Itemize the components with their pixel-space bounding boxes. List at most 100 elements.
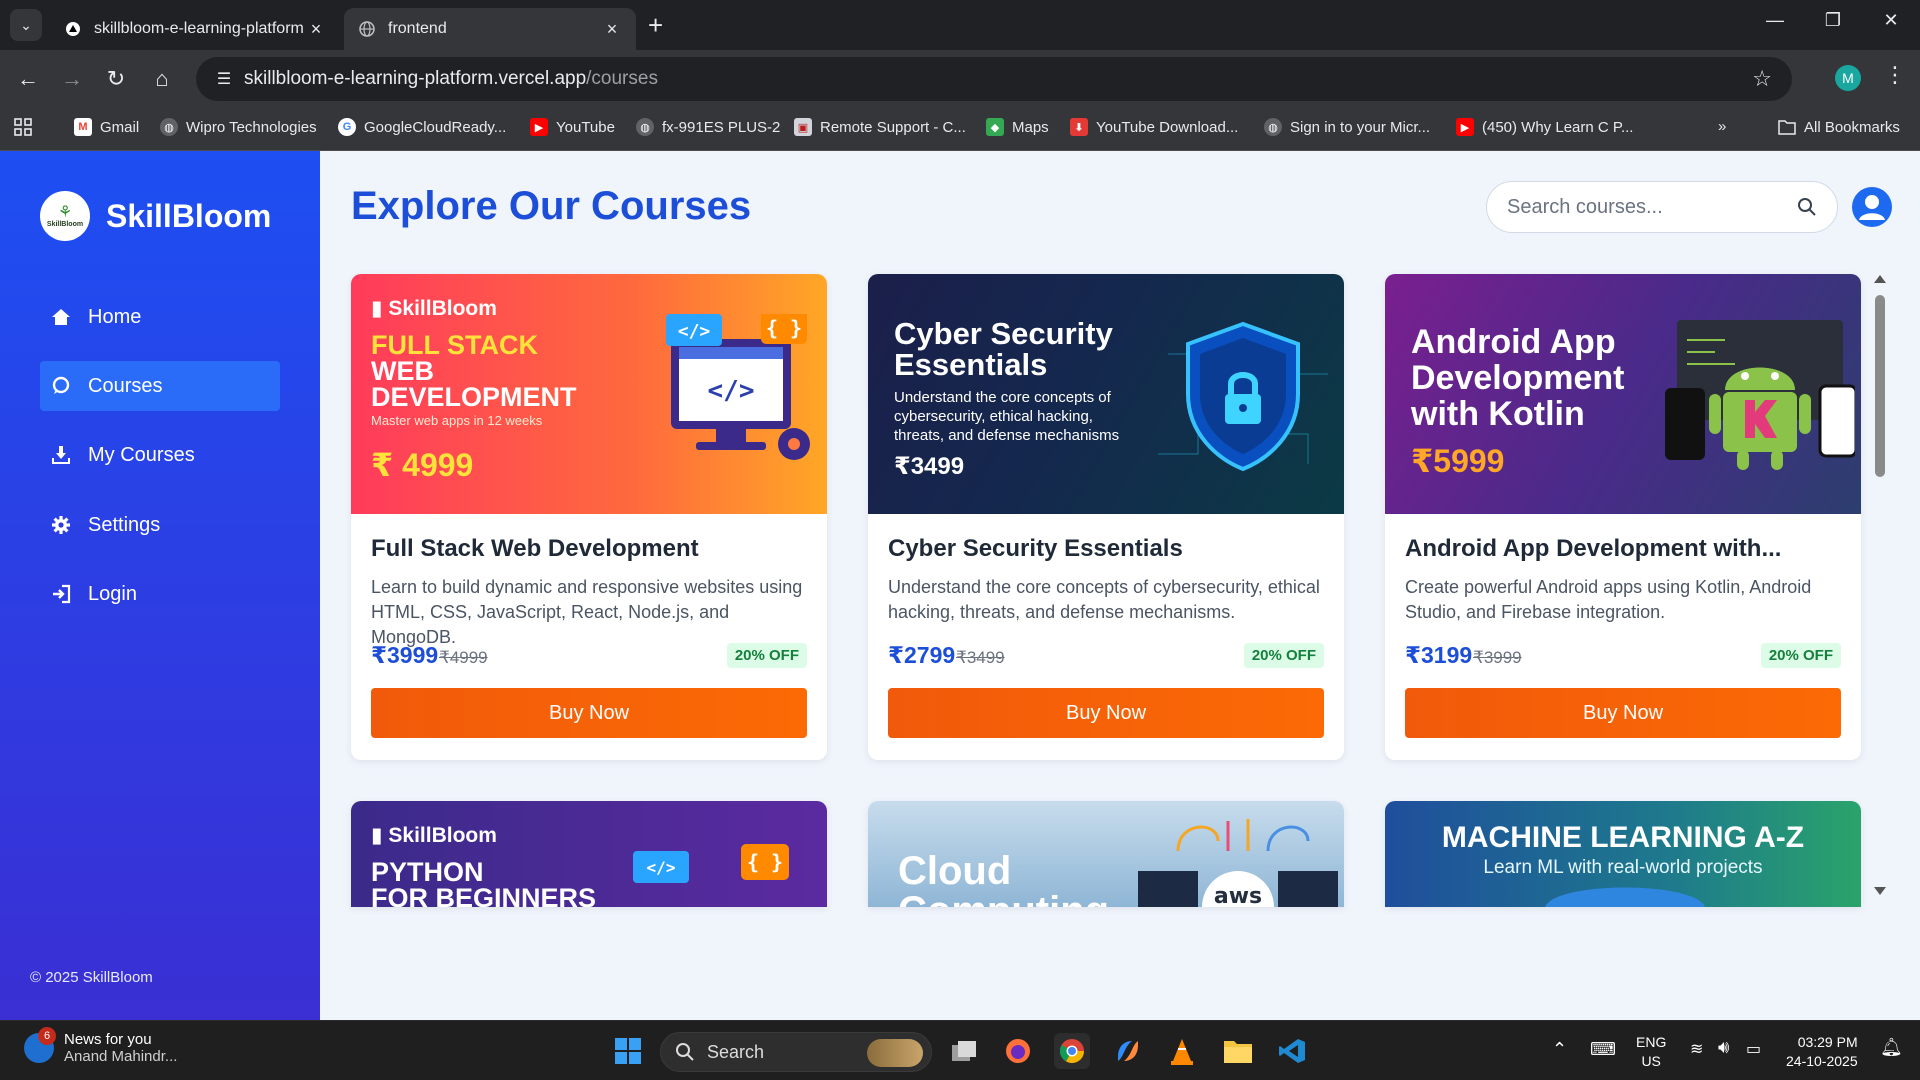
bookmark-youtube-download[interactable]: ⬇ YouTube Download... [1070,118,1238,136]
buy-now-button[interactable]: Buy Now [888,688,1324,738]
window-close-icon[interactable]: ✕ [1876,10,1906,31]
tab-close-icon[interactable]: × [306,19,326,40]
wifi-icon[interactable]: ≋ [1690,1039,1703,1059]
bookmark-maps[interactable]: ◆ Maps [986,118,1049,136]
scrollbar[interactable] [1870,275,1890,895]
vlc-icon[interactable] [1164,1033,1200,1069]
course-card[interactable]: ▮ SkillBloom FULL STACK WEB DEVELOPMENT … [351,274,827,760]
windows-start-icon[interactable] [610,1033,646,1069]
restore-icon[interactable]: ❐ [1818,10,1848,31]
battery-icon[interactable]: ▭ [1746,1039,1761,1059]
aws-label: aws [1214,884,1262,907]
bookmarks-overflow-chevron-icon[interactable]: » [1718,118,1726,135]
course-card[interactable]: MACHINE LEARNING A-Z Learn ML with real-… [1385,801,1861,907]
gmail-icon: M [74,118,92,136]
minimize-icon[interactable]: — [1760,10,1790,31]
menu-kebab-icon[interactable]: ⋮ [1884,62,1906,88]
thumb-heading: PYTHON FOR BEGINNERS [371,857,597,908]
course-card[interactable]: ▮ SkillBloom PYTHON FOR BEGINNERS </> { … [351,801,827,907]
brand-name: SkillBloom [106,197,272,234]
brand[interactable]: ⚘ SkillBloom SkillBloom [40,191,271,241]
bookmark-youtube[interactable]: ▶ YouTube [530,118,615,136]
copilot-icon[interactable] [1110,1033,1146,1069]
profile-avatar[interactable]: M [1835,65,1861,91]
sidebar: ⚘ SkillBloom SkillBloom Home Courses My … [0,151,320,1020]
taskbar-search[interactable]: Search [660,1032,932,1072]
globe-icon [358,20,376,38]
vercel-triangle-icon [64,20,82,38]
task-view-icon[interactable] [946,1033,982,1069]
code-tag-icon: </> [633,851,689,883]
bookmark-gmail[interactable]: M Gmail [74,118,139,136]
firefox-icon[interactable] [1000,1033,1036,1069]
taskbar-search-label: Search [707,1041,765,1062]
search-icon[interactable] [1797,197,1817,217]
apps-grid-icon[interactable] [14,118,32,136]
bookmark-wipro[interactable]: ◍ Wipro Technologies [160,118,317,136]
sidebar-item-login[interactable]: Login [40,569,280,619]
thumb-heading: MACHINE LEARNING A-Z [1441,821,1805,854]
monitor-code-icon: </> </> { } [666,314,810,460]
news-title: News for you [64,1031,152,1048]
tray-chevron-icon[interactable]: ⌃ [1552,1039,1567,1060]
scroll-down-arrow-icon[interactable] [1874,887,1886,895]
scrollbar-thumb[interactable] [1875,295,1885,477]
vscode-icon[interactable] [1274,1033,1310,1069]
download-icon: ⬇ [1070,118,1088,136]
chrome-icon[interactable] [1054,1033,1090,1069]
sidebar-item-label: My Courses [88,443,195,466]
course-card[interactable]: Android App Development with Kotlin ₹599… [1385,274,1861,760]
sidebar-item-my-courses[interactable]: My Courses [40,430,280,480]
bookmark-fx991[interactable]: ◍ fx-991ES PLUS-2 [636,118,780,136]
buy-now-button[interactable]: Buy Now [371,688,807,738]
course-card[interactable]: Cloud Computing aws [868,801,1344,907]
new-tab-plus-icon[interactable]: + [648,12,663,38]
language-indicator[interactable]: ENG US [1636,1033,1666,1071]
notification-bell-icon[interactable]: 🔔︎ [1880,1037,1903,1058]
back-arrow-icon[interactable]: ← [12,63,44,95]
sidebar-item-settings[interactable]: Settings [40,500,280,550]
youtube-icon: ▶ [530,118,548,136]
browser-tab-strip: ⌄ skillbloom-e-learning-platform × front… [0,0,1920,50]
login-icon [50,583,72,605]
course-thumbnail: ▮ SkillBloom FULL STACK WEB DEVELOPMENT … [351,274,827,514]
bookmark-remote-support[interactable]: ▣ Remote Support - C... [794,118,966,136]
file-explorer-icon[interactable] [1220,1033,1256,1069]
buy-now-button[interactable]: Buy Now [1405,688,1841,738]
keyboard-icon[interactable]: ⌨ [1590,1039,1616,1060]
home-icon[interactable]: ⌂ [146,63,178,95]
course-title[interactable]: Cyber Security Essentials [888,535,1183,563]
thumb-brand: ▮ SkillBloom [371,824,497,847]
browser-tab-skillbloom[interactable]: skillbloom-e-learning-platform × [50,8,340,50]
sidebar-item-home[interactable]: Home [40,292,280,342]
browser-toolbar: ← → ↻ ⌂ ☰ skillbloom-e-learning-platform… [0,50,1920,108]
url-text[interactable]: skillbloom-e-learning-platform.vercel.ap… [244,68,658,90]
search-input[interactable]: Search courses... [1486,181,1838,233]
browser-tab-frontend[interactable]: frontend × [344,8,636,50]
course-title[interactable]: Full Stack Web Development [371,535,699,563]
volume-icon[interactable]: 🔊︎ [1718,1037,1729,1058]
skillbloom-logo: ⚘ SkillBloom [40,191,90,241]
address-bar[interactable]: ☰ skillbloom-e-learning-platform.vercel.… [196,57,1792,101]
bookmark-why-learn-c[interactable]: ▶ (450) Why Learn C P... [1456,118,1633,136]
scroll-up-arrow-icon[interactable] [1874,275,1886,283]
sidebar-item-courses[interactable]: Courses [40,361,280,411]
bookmark-microsoft-signin[interactable]: ◍ Sign in to your Micr... [1264,118,1430,136]
course-card[interactable]: Cyber Security Essentials Understand the… [868,274,1344,760]
reload-icon[interactable]: ↻ [100,63,132,95]
all-bookmarks[interactable]: All Bookmarks [1778,118,1900,136]
site-settings-icon[interactable]: ☰ [204,69,244,89]
gear-icon [50,514,72,536]
course-description: Understand the core concepts of cybersec… [888,577,1320,622]
system-clock[interactable]: 03:29 PM 24-10-2025 [1786,1033,1858,1071]
course-title[interactable]: Android App Development with... [1405,535,1781,563]
news-widget[interactable]: 6 News for you Anand Mahindr... [24,1027,177,1065]
user-avatar-icon[interactable] [1852,187,1892,227]
thumb-price: ₹5999 [1411,443,1505,479]
tab-close-icon[interactable]: × [602,19,622,40]
tab-search-chevron-icon[interactable]: ⌄ [10,9,42,41]
forward-arrow-icon[interactable]: → [56,63,88,95]
course-price: ₹3999 [371,642,439,668]
bookmark-star-icon[interactable]: ☆ [1752,66,1772,92]
bookmark-googlecloud[interactable]: G GoogleCloudReady... [338,118,506,136]
